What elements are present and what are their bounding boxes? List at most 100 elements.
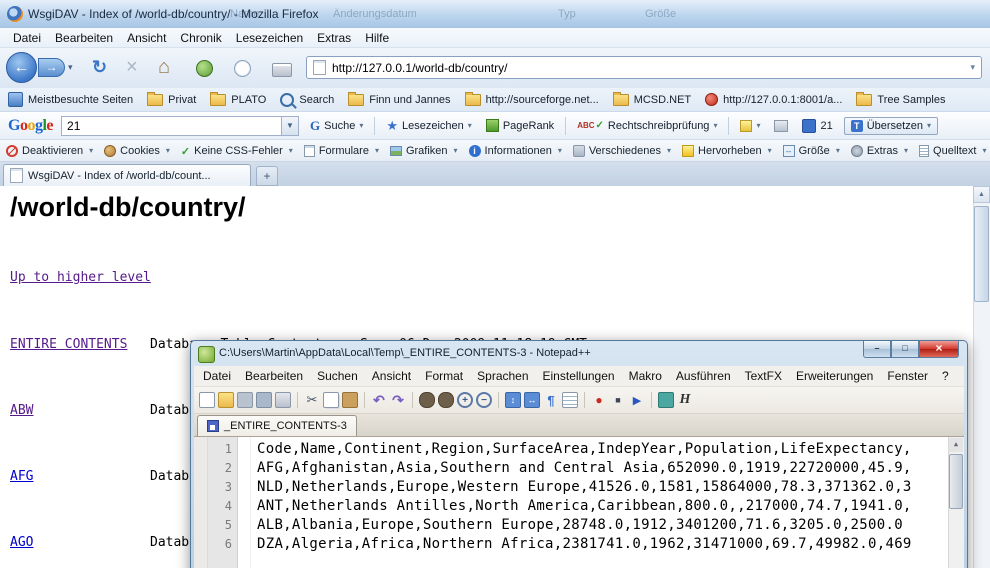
history-clock-icon[interactable]: [234, 60, 251, 77]
npp-menu-fenster[interactable]: Fenster: [880, 367, 935, 385]
entry-link[interactable]: ABW: [10, 403, 33, 418]
google-suche-button[interactable]: GSuche▾: [307, 116, 366, 136]
dev-deaktivieren[interactable]: Deaktivieren: [6, 145, 93, 157]
dev-extras[interactable]: Extras: [851, 145, 908, 157]
npp-menu-erweiterungen[interactable]: Erweiterungen: [789, 367, 880, 385]
replace-icon[interactable]: [438, 392, 454, 408]
spellcheck-button[interactable]: ABCRechtschreibprüfung▾: [574, 118, 720, 134]
bookmark-mcsd[interactable]: MCSD.NET: [613, 94, 691, 106]
fx-menu-extras[interactable]: Extras: [310, 29, 358, 47]
npp-menu-help[interactable]: ?: [935, 367, 956, 385]
url-bar[interactable]: http://127.0.0.1/world-db/country/ ▾: [306, 56, 982, 79]
home-icon[interactable]: [158, 57, 170, 77]
tab-wsgidav[interactable]: WsgiDAV - Index of /world-db/count...: [3, 164, 251, 186]
dev-grafiken[interactable]: Grafiken: [390, 145, 458, 157]
editor-area[interactable]: 1 2 3 4 5 6 Code,Name,Continent,Region,S…: [194, 437, 964, 568]
search-dropdown-icon[interactable]: ▼: [281, 117, 298, 135]
plugin-icon[interactable]: [658, 392, 674, 408]
editor-scrollbar-thumb[interactable]: [949, 454, 963, 509]
print-icon[interactable]: [275, 392, 291, 408]
fx-menu-chronik[interactable]: Chronik: [173, 29, 228, 47]
lesezeichen-button[interactable]: ★Lesezeichen▾: [383, 116, 474, 136]
dev-cookies[interactable]: Cookies: [104, 145, 170, 157]
sync-horizontal-icon[interactable]: [524, 392, 540, 408]
save-all-icon[interactable]: [256, 392, 272, 408]
bookmark-tree-samples[interactable]: Tree Samples: [856, 94, 945, 106]
save-icon[interactable]: [237, 392, 253, 408]
bookmark-plato[interactable]: PLATO: [210, 94, 266, 106]
stop-icon[interactable]: [126, 57, 138, 77]
uebersetzen-button[interactable]: Übersetzen▾: [844, 117, 938, 135]
undo-icon[interactable]: [371, 392, 387, 408]
dev-verschiedenes[interactable]: Verschiedenes: [573, 145, 671, 157]
fx-menu-ansicht[interactable]: Ansicht: [120, 29, 173, 47]
html-preview-icon[interactable]: [677, 392, 693, 408]
up-to-higher-level-link[interactable]: Up to higher level: [10, 270, 151, 285]
indent-guide-icon[interactable]: [562, 392, 578, 408]
npp-menu-makro[interactable]: Makro: [622, 367, 669, 385]
record-macro-icon[interactable]: [591, 392, 607, 408]
fx-menu-lesezeichen[interactable]: Lesezeichen: [229, 29, 310, 47]
editor-scrollbar[interactable]: [948, 437, 964, 568]
redo-icon[interactable]: [390, 392, 406, 408]
autofill-button[interactable]: ▾: [737, 118, 763, 134]
npp-menu-bearbeiten[interactable]: Bearbeiten: [238, 367, 310, 385]
scroll-up-icon[interactable]: [949, 438, 963, 452]
npp-menu-einstellungen[interactable]: Einstellungen: [536, 367, 622, 385]
zoom-in-icon[interactable]: [457, 392, 473, 408]
dev-css[interactable]: Keine CSS-Fehler: [181, 145, 293, 157]
maximize-button[interactable]: [891, 341, 919, 358]
cut-icon[interactable]: [304, 392, 320, 408]
entry-link[interactable]: ENTIRE CONTENTS: [10, 337, 127, 352]
dev-formulare[interactable]: Formulare: [304, 145, 379, 157]
stop-macro-icon[interactable]: [610, 392, 626, 408]
entry-link[interactable]: AFG: [10, 469, 33, 484]
firefox-titlebar[interactable]: WsgiDAV - Index of /world-db/country/ - …: [0, 0, 990, 29]
bookmark-localhost[interactable]: http://127.0.0.1:8001/a...: [705, 93, 842, 106]
google-search-value[interactable]: 21: [67, 119, 281, 133]
show-symbols-icon[interactable]: [543, 392, 559, 408]
bookmark-finn-und-jannes[interactable]: Finn und Jannes: [348, 94, 450, 106]
npp-menu-ausfuehren[interactable]: Ausführen: [669, 367, 738, 385]
paste-icon[interactable]: [342, 392, 358, 408]
fx-menu-datei[interactable]: Datei: [6, 29, 48, 47]
npp-menu-suchen[interactable]: Suchen: [310, 367, 365, 385]
scrollbar-thumb[interactable]: [974, 206, 989, 302]
sendto-button[interactable]: [771, 118, 791, 134]
sync-vertical-icon[interactable]: [505, 392, 521, 408]
bookmark-search[interactable]: Search: [280, 93, 334, 107]
history-dropdown-icon[interactable]: ▾: [68, 62, 73, 73]
refresh-icon[interactable]: [92, 57, 107, 77]
npp-menu-sprachen[interactable]: Sprachen: [470, 367, 535, 385]
npp-menu-ansicht[interactable]: Ansicht: [365, 367, 418, 385]
entry-link[interactable]: AGO: [10, 535, 33, 550]
play-macro-icon[interactable]: [629, 392, 645, 408]
print-icon[interactable]: [272, 63, 292, 77]
document-tab[interactable]: _ENTIRE_CONTENTS-3: [197, 415, 357, 436]
pagerank-button[interactable]: PageRank: [483, 117, 557, 134]
forward-button[interactable]: →: [38, 58, 65, 77]
fx-menu-hilfe[interactable]: Hilfe: [358, 29, 396, 47]
counter-button[interactable]: 21: [799, 117, 835, 135]
fx-menu-bearbeiten[interactable]: Bearbeiten: [48, 29, 120, 47]
dev-quelltext[interactable]: Quelltext: [919, 145, 986, 157]
bookmark-privat[interactable]: Privat: [147, 94, 196, 106]
close-button[interactable]: [919, 341, 959, 358]
zoom-out-icon[interactable]: [476, 392, 492, 408]
addon-icon[interactable]: [196, 60, 213, 77]
minimize-button[interactable]: [863, 341, 891, 358]
dev-informationen[interactable]: Informationen: [469, 145, 562, 157]
npp-menu-datei[interactable]: Datei: [196, 367, 238, 385]
npp-menu-textfx[interactable]: TextFX: [738, 367, 789, 385]
dev-hervorheben[interactable]: Hervorheben: [682, 145, 772, 157]
google-search-input[interactable]: 21 ▼: [61, 116, 299, 136]
url-dropdown-icon[interactable]: ▾: [970, 62, 975, 73]
editor-text[interactable]: Code,Name,Continent,Region,SurfaceArea,I…: [251, 437, 964, 568]
bookmark-most-visited[interactable]: Meistbesuchte Seiten: [8, 92, 133, 107]
bookmark-sourceforge[interactable]: http://sourceforge.net...: [465, 94, 599, 106]
notepad-window[interactable]: C:\Users\Martin\AppData\Local\Temp\_ENTI…: [190, 340, 968, 568]
back-button[interactable]: ←: [6, 52, 37, 83]
new-file-icon[interactable]: [199, 392, 215, 408]
dev-groesse[interactable]: Größe: [783, 145, 840, 157]
url-text[interactable]: http://127.0.0.1/world-db/country/: [332, 61, 507, 75]
